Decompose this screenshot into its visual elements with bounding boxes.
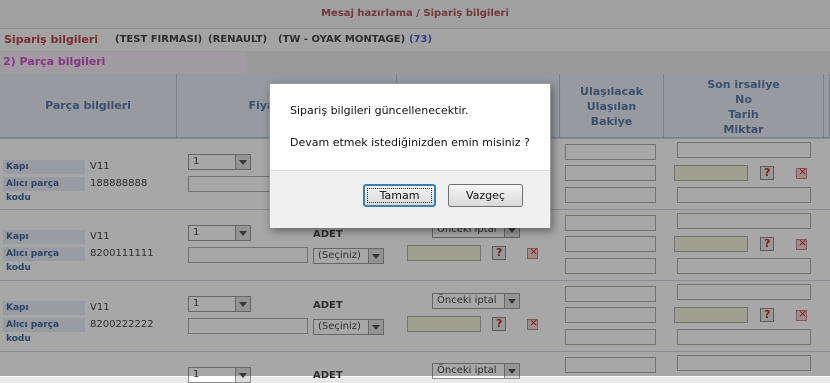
focus-ring [367,188,432,203]
confirm-dialog: Sipariş bilgileri güncellenecektir. Deva… [269,83,551,228]
dialog-message-line2: Devam etmek istediğinizden emin misiniz … [290,136,530,149]
dialog-message-line1: Sipariş bilgileri güncellenecektir. [290,104,469,117]
ok-button[interactable]: Tamam [363,184,436,207]
cancel-button-label: Vazgeç [466,189,505,202]
cancel-button[interactable]: Vazgeç [448,184,523,207]
